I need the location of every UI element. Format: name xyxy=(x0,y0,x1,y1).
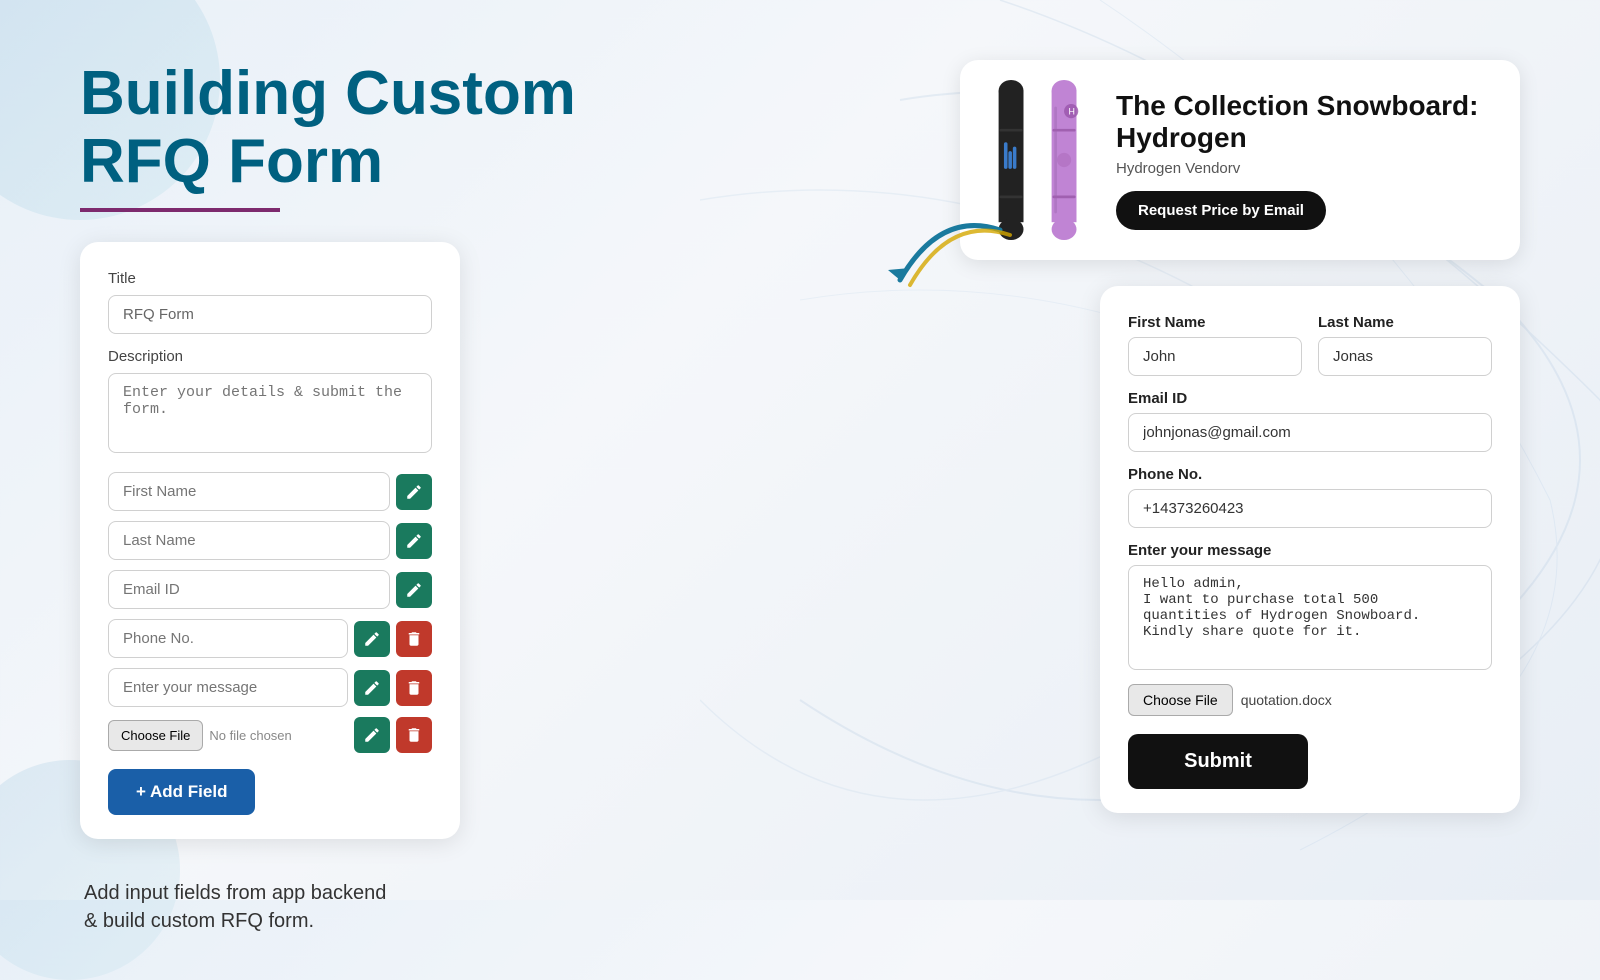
rfq-name-row: First Name Last Name xyxy=(1128,314,1492,376)
field-row-phoneno xyxy=(108,619,432,658)
rfq-message-label: Enter your message xyxy=(1128,542,1492,559)
product-card: H The Collection Snowboard: Hydrogen Hyd… xyxy=(960,60,1520,260)
lastname-field-input[interactable] xyxy=(108,521,390,560)
rfq-form-card: First Name Last Name Email ID Phone xyxy=(1100,286,1520,813)
bottom-caption: Add input fields from app backend & buil… xyxy=(84,879,840,935)
field-row-firstname xyxy=(108,472,432,511)
firstname-edit-btn[interactable] xyxy=(396,474,432,510)
request-price-button[interactable]: Request Price by Email xyxy=(1116,191,1326,230)
message-delete-btn[interactable] xyxy=(396,670,432,706)
file-edit-btn[interactable] xyxy=(354,717,390,753)
firstname-field-input[interactable] xyxy=(108,472,390,511)
left-section: Building Custom RFQ Form Title Descripti… xyxy=(80,60,840,935)
title-input[interactable] xyxy=(108,295,432,334)
product-vendor: Hydrogen Vendorv xyxy=(1116,160,1496,177)
purple-snowboard: H xyxy=(1037,80,1092,240)
trash-icon xyxy=(405,679,423,697)
rfq-message-field: Enter your message Hello admin, I want t… xyxy=(1128,542,1492,670)
field-row-message xyxy=(108,668,432,707)
emailid-field-input[interactable] xyxy=(108,570,390,609)
edit-icon xyxy=(405,483,423,501)
rfq-phone-label: Phone No. xyxy=(1128,466,1492,483)
rfq-file-row: Choose File quotation.docx xyxy=(1128,684,1492,716)
rfq-firstname-label: First Name xyxy=(1128,314,1302,331)
product-images: H xyxy=(984,80,1092,240)
page-title: Building Custom RFQ Form xyxy=(80,60,840,196)
emailid-edit-btn[interactable] xyxy=(396,572,432,608)
right-section: H The Collection Snowboard: Hydrogen Hyd… xyxy=(840,60,1540,813)
edit-icon xyxy=(363,726,381,744)
product-title: The Collection Snowboard: Hydrogen xyxy=(1116,90,1496,154)
edit-icon xyxy=(405,581,423,599)
form-builder-card: Title Description xyxy=(80,242,460,839)
arrow-decoration xyxy=(880,220,1020,345)
file-delete-btn[interactable] xyxy=(396,717,432,753)
edit-icon xyxy=(405,532,423,550)
description-field-label: Description xyxy=(108,348,432,365)
phoneno-field-input[interactable] xyxy=(108,619,348,658)
title-field-label: Title xyxy=(108,270,432,287)
rfq-email-label: Email ID xyxy=(1128,390,1492,407)
rfq-phone-field: Phone No. xyxy=(1128,466,1492,528)
rfq-firstname-field: First Name xyxy=(1128,314,1302,376)
rfq-email-field: Email ID xyxy=(1128,390,1492,452)
edit-icon xyxy=(363,630,381,648)
file-no-chosen-text: No file chosen xyxy=(209,728,348,743)
rfq-file-choose-btn[interactable]: Choose File xyxy=(1128,684,1233,716)
rfq-lastname-field: Last Name xyxy=(1318,314,1492,376)
file-choose-btn[interactable]: Choose File xyxy=(108,720,203,751)
phoneno-edit-btn[interactable] xyxy=(354,621,390,657)
rfq-phone-input[interactable] xyxy=(1128,489,1492,528)
rfq-message-textarea[interactable]: Hello admin, I want to purchase total 50… xyxy=(1128,565,1492,670)
phoneno-delete-btn[interactable] xyxy=(396,621,432,657)
add-field-button[interactable]: + Add Field xyxy=(108,769,255,815)
svg-text:H: H xyxy=(1069,107,1075,117)
product-info: The Collection Snowboard: Hydrogen Hydro… xyxy=(1116,90,1496,230)
trash-icon xyxy=(405,630,423,648)
message-edit-btn[interactable] xyxy=(354,670,390,706)
lastname-edit-btn[interactable] xyxy=(396,523,432,559)
description-textarea[interactable] xyxy=(108,373,432,453)
message-field-input[interactable] xyxy=(108,668,348,707)
field-row-lastname xyxy=(108,521,432,560)
file-row: Choose File No file chosen xyxy=(108,717,432,753)
field-row-emailid xyxy=(108,570,432,609)
black-snowboard xyxy=(984,80,1039,240)
rfq-email-input[interactable] xyxy=(1128,413,1492,452)
edit-icon xyxy=(363,679,381,697)
rfq-firstname-input[interactable] xyxy=(1128,337,1302,376)
rfq-submit-button[interactable]: Submit xyxy=(1128,734,1308,789)
rfq-file-name: quotation.docx xyxy=(1241,692,1332,708)
title-underline xyxy=(80,208,280,212)
trash-icon xyxy=(405,726,423,744)
rfq-lastname-label: Last Name xyxy=(1318,314,1492,331)
content-wrapper: Building Custom RFQ Form Title Descripti… xyxy=(0,0,1600,900)
right-inner: H The Collection Snowboard: Hydrogen Hyd… xyxy=(960,60,1520,813)
rfq-lastname-input[interactable] xyxy=(1318,337,1492,376)
